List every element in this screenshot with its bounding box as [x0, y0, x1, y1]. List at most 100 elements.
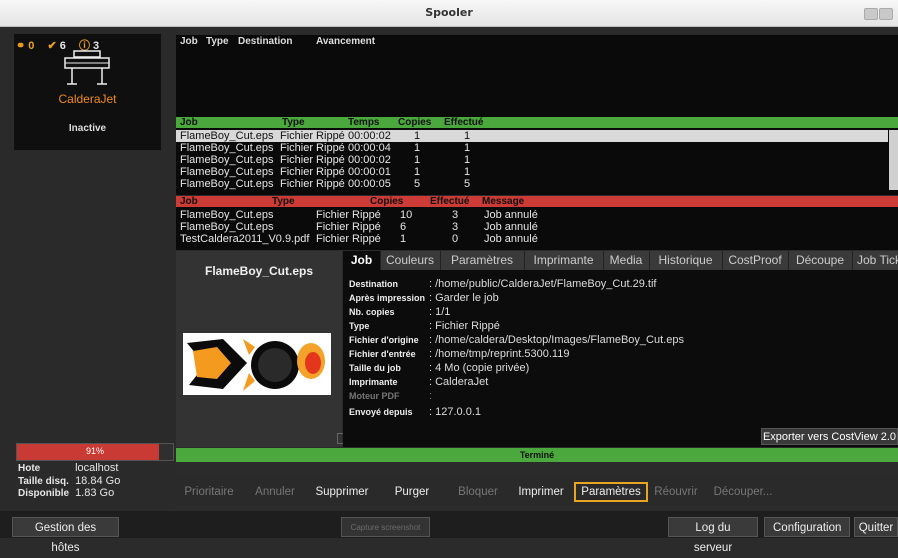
cancelled-col-job[interactable]: Job [180, 196, 198, 207]
quit-button[interactable]: Quitter [854, 517, 898, 537]
host-management-button[interactable]: Gestion des hôtes [12, 517, 119, 554]
completed-col-copies[interactable]: Copies [398, 117, 431, 128]
completed-cell-type: Fichier Rippé [280, 130, 345, 142]
detail-label: Après impression [349, 293, 426, 303]
tab-job-ticket[interactable]: Job Ticket [852, 251, 898, 270]
tab-d-coupe[interactable]: Découpe [788, 251, 853, 270]
printer-icon [64, 50, 110, 85]
completed-col-type[interactable]: Type [282, 117, 305, 128]
completed-col-time[interactable]: Temps [348, 117, 380, 128]
detail-label: Moteur PDF [349, 391, 400, 401]
disk-usage-label: 91% [85, 446, 104, 456]
completed-col-job[interactable]: Job [180, 117, 198, 128]
detail-value: : 4 Mo (copie privée) [429, 362, 530, 374]
cancelled-col-copies[interactable]: Copies [370, 196, 403, 207]
cancelled-cell-copies: 6 [400, 221, 407, 233]
detail-value: : /home/public/CalderaJet/FlameBoy_Cut.2… [429, 278, 657, 290]
queue-col-progress[interactable]: Avancement [316, 35, 375, 48]
detail-value: : Garder le job [429, 292, 499, 304]
queue-col-type[interactable]: Type [206, 35, 229, 48]
completed-cell-job: FlameBoy_Cut.eps [180, 166, 274, 178]
capture-screenshot-button[interactable]: Capture screenshot [341, 517, 430, 537]
completed-scrollbar[interactable] [889, 130, 898, 190]
cancelled-cell-copies: 1 [400, 233, 407, 245]
tab-job[interactable]: Job [343, 251, 381, 270]
completed-cell-time: 00:00:02 [348, 154, 391, 166]
completed-row[interactable]: FlameBoy_Cut.eps Fichier Rippé 00:00:04 1 1 [176, 142, 888, 154]
cancelled-cell-done: 3 [452, 221, 459, 233]
bloquer-button[interactable]: Bloquer [448, 482, 508, 502]
cancelled-cell-job: TestCaldera2011_V0.9.pdf [180, 233, 310, 245]
key-count: 0 [28, 40, 35, 52]
detail-label: Nb. copies [349, 307, 395, 317]
prioritaire-button[interactable]: Prioritaire [176, 482, 242, 502]
annuler-button[interactable]: Annuler [242, 482, 308, 502]
tab-param-tres[interactable]: Paramètres [440, 251, 525, 270]
configuration-button[interactable]: Configuration [764, 517, 850, 537]
detail-value: : /home/tmp/reprint.5300.119 [429, 348, 570, 360]
cancelled-cell-message: Job annulé [484, 233, 538, 245]
completed-cell-type: Fichier Rippé [280, 154, 345, 166]
cancelled-col-done[interactable]: Effectué [430, 196, 469, 207]
cancelled-row[interactable]: FlameBoy_Cut.eps Fichier Rippé 6 3 Job annul… [176, 221, 888, 233]
queue-col-destination[interactable]: Destination [238, 35, 292, 48]
cancelled-cell-message: Job annulé [484, 221, 538, 233]
cancelled-col-type[interactable]: Type [272, 196, 295, 207]
detail-label: Imprimante [349, 377, 398, 387]
cancelled-col-message[interactable]: Message [482, 196, 524, 207]
cancelled-cell-message: Job annulé [484, 209, 538, 221]
detail-value: : /home/caldera/Desktop/Images/FlameBoy_… [429, 334, 684, 346]
purger-button[interactable]: Purger [380, 482, 444, 502]
completed-row[interactable]: FlameBoy_Cut.eps Fichier Rippé 00:00:05 5 5 [176, 178, 888, 190]
completed-row[interactable]: FlameBoy_Cut.eps Fichier Rippé 00:00:01 1 1 [176, 166, 888, 178]
completed-header: Job Type Temps Copies Effectué [176, 117, 898, 128]
supprimer-button[interactable]: Supprimer [308, 482, 376, 502]
cancelled-cell-type: Fichier Rippé [316, 209, 381, 221]
completed-cell-done: 1 [464, 130, 471, 142]
completed-cell-job: FlameBoy_Cut.eps [180, 142, 274, 154]
queue-col-job[interactable]: Job [180, 35, 198, 48]
disk-size-row: Taille disq. 18.84 Go [18, 475, 120, 487]
tab-couleurs[interactable]: Couleurs [380, 251, 441, 270]
completed-cell-job: FlameBoy_Cut.eps [180, 154, 274, 166]
cancelled-cell-done: 3 [452, 209, 459, 221]
completed-row[interactable]: FlameBoy_Cut.eps Fichier Rippé 00:00:02 1 1 [176, 130, 888, 142]
completed-cell-copies: 1 [414, 154, 421, 166]
tab-imprimante[interactable]: Imprimante [524, 251, 604, 270]
completed-cell-time: 00:00:05 [348, 178, 391, 190]
queue-header: Job Type Destination Avancement [176, 35, 376, 48]
d-couper-button[interactable]: Découper... [707, 482, 779, 502]
completed-cell-job: FlameBoy_Cut.eps [180, 130, 274, 142]
cancelled-cell-type: Fichier Rippé [316, 233, 381, 245]
tab-historique[interactable]: Historique [649, 251, 723, 270]
completed-cell-copies: 1 [414, 130, 421, 142]
cancelled-cell-copies: 10 [400, 209, 413, 221]
imprimer-button[interactable]: Imprimer [509, 482, 573, 502]
completed-cell-copies: 5 [414, 178, 421, 190]
detail-label: Destination [349, 279, 399, 289]
completed-cell-type: Fichier Rippé [280, 178, 345, 190]
detail-tabs: Job Couleurs Paramètres Imprimante Media Hist… [343, 251, 898, 270]
cancelled-row[interactable]: TestCaldera2011_V0.9.pdf Fichier Rippé 1 0 J… [176, 233, 888, 245]
tab-costproof[interactable]: CostProof [722, 251, 789, 270]
completed-col-done[interactable]: Effectué [444, 117, 483, 128]
bottom-bar: Gestion des hôtes Capture screenshot Log… [0, 511, 898, 554]
r-ouvrir-button[interactable]: Réouvrir [648, 482, 704, 502]
title-bar: Spooler [0, 0, 898, 27]
completed-row[interactable]: FlameBoy_Cut.eps Fichier Rippé 00:00:02 1 1 [176, 154, 888, 166]
server-log-button[interactable]: Log du serveur [668, 517, 758, 554]
export-costview-button[interactable]: Exporter vers CostView 2.0 [761, 428, 898, 445]
maximize-button[interactable] [879, 8, 893, 20]
cancelled-row[interactable]: FlameBoy_Cut.eps Fichier Rippé 10 3 Job annu… [176, 209, 888, 221]
param-tres-button[interactable]: Paramètres [574, 482, 648, 502]
minimize-button[interactable] [864, 8, 878, 20]
host-info-row: Hote localhost [18, 462, 118, 474]
completed-cell-type: Fichier Rippé [280, 166, 345, 178]
disk-size-value: 18.84 Go [75, 475, 121, 487]
completed-cell-copies: 1 [414, 166, 421, 178]
cancelled-cell-type: Fichier Rippé [316, 221, 381, 233]
cancelled-header: Job Type Copies Effectué Message [176, 196, 898, 207]
status-bar: Terminé [176, 448, 898, 462]
tab-media[interactable]: Media [603, 251, 650, 270]
disk-free-label: Disponible [18, 488, 70, 499]
